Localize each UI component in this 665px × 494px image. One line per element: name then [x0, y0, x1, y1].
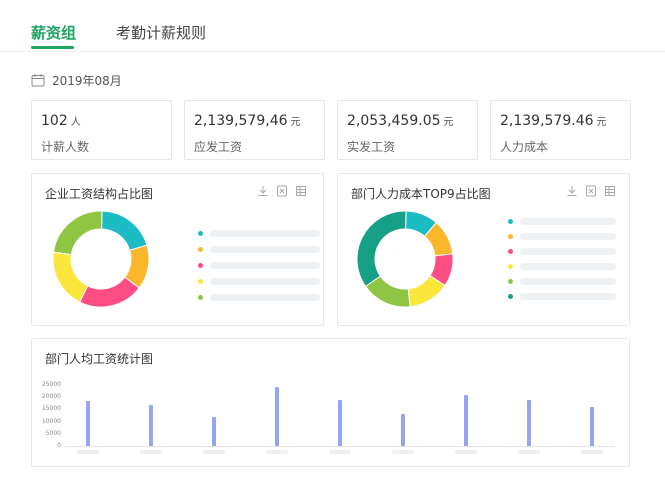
bar[interactable]: [275, 387, 279, 446]
bar[interactable]: [86, 400, 90, 446]
download-icon[interactable]: [257, 185, 269, 197]
dept-avg-salary-panel: 部门人均工资统计图: [31, 338, 630, 467]
bar[interactable]: [401, 414, 405, 446]
legend-label-placeholder: [210, 246, 320, 253]
stat-number: 2,053,459.05: [347, 113, 441, 129]
stat-label: 人力成本: [500, 140, 549, 154]
bar[interactable]: [527, 399, 531, 446]
stat-card-headcount: 102 人 计薪人数: [31, 100, 172, 160]
donut-slice[interactable]: [52, 251, 89, 303]
stat-value: 2,139,579.46 元: [500, 113, 607, 129]
table-view-icon[interactable]: [295, 185, 307, 197]
x-category-placeholder: [203, 450, 225, 454]
y-tick-label: 20000: [41, 393, 61, 401]
table-view-icon[interactable]: [604, 185, 616, 197]
stat-value: 2,053,459.05 元: [347, 113, 454, 129]
x-category-placeholder: [329, 450, 351, 454]
legend-label-placeholder: [520, 278, 616, 285]
legend-color-dot: [508, 249, 513, 254]
legend-color-dot: [508, 279, 513, 284]
dept-cost-panel: 部门人力成本TOP9占比图: [337, 173, 630, 326]
tab-salary-group[interactable]: 薪资组: [31, 22, 76, 43]
panel-toolbar: [566, 185, 616, 197]
stat-unit: 元: [290, 117, 301, 128]
stat-label: 实发工资: [347, 140, 396, 154]
x-category-placeholder: [455, 450, 477, 454]
legend-color-dot: [198, 263, 203, 268]
legend-label-placeholder: [520, 293, 616, 300]
excel-export-icon[interactable]: [585, 185, 597, 197]
donut-slice[interactable]: [79, 276, 140, 308]
legend-label-placeholder: [520, 218, 616, 225]
y-tick-label: 5000: [45, 429, 61, 437]
active-tab-indicator: [31, 46, 74, 49]
download-icon[interactable]: [566, 185, 578, 197]
stat-label: 应发工资: [194, 140, 243, 154]
stat-number: 102: [41, 113, 68, 129]
legend-label-placeholder: [520, 248, 616, 255]
panel-title: 部门人均工资统计图: [45, 352, 154, 366]
stat-number: 2,139,579,46: [194, 113, 288, 129]
legend-label-placeholder: [520, 233, 616, 240]
legend-color-dot: [508, 264, 513, 269]
tab-attendance-pay-rules[interactable]: 考勤计薪规则: [116, 22, 206, 43]
salary-structure-panel: 企业工资结构占比图: [31, 173, 324, 326]
legend-label-placeholder: [210, 278, 320, 285]
stat-card-net-pay: 2,053,459.05 元 实发工资: [337, 100, 478, 160]
legend-color-dot: [508, 219, 513, 224]
legend-label-placeholder: [210, 230, 320, 237]
tab-bar: 薪资组 考勤计薪规则: [0, 0, 665, 52]
stat-card-gross-pay: 2,139,579,46 元 应发工资: [184, 100, 325, 160]
stat-label: 计薪人数: [41, 140, 90, 154]
x-category-placeholder: [77, 450, 99, 454]
stat-value: 2,139,579,46 元: [194, 113, 301, 129]
dept-cost-donut: [356, 210, 454, 308]
stat-number: 2,139,579.46: [500, 113, 594, 129]
stat-value: 102 人: [41, 113, 81, 129]
bar[interactable]: [149, 404, 153, 446]
legend-color-dot: [508, 234, 513, 239]
y-tick-label: 15000: [41, 405, 61, 413]
stat-card-labor-cost: 2,139,579.46 元 人力成本: [490, 100, 631, 160]
bar[interactable]: [464, 394, 468, 446]
x-category-placeholder: [518, 450, 540, 454]
panel-title: 企业工资结构占比图: [45, 187, 154, 201]
excel-export-icon[interactable]: [276, 185, 288, 197]
legend-label-placeholder: [210, 294, 320, 301]
y-tick-label: 10000: [41, 417, 61, 425]
x-category-placeholder: [392, 450, 414, 454]
salary-structure-donut: [52, 210, 150, 308]
donut-slice[interactable]: [356, 210, 407, 288]
legend-label-placeholder: [210, 262, 320, 269]
bar[interactable]: [212, 416, 216, 446]
legend-color-dot: [198, 247, 203, 252]
panel-title: 部门人力成本TOP9占比图: [351, 187, 491, 201]
y-tick-label: 25000: [41, 381, 61, 388]
period-selector[interactable]: 2019年08月: [31, 71, 122, 89]
panel-toolbar: [257, 185, 307, 197]
x-category-placeholder: [266, 450, 288, 454]
bar[interactable]: [338, 400, 342, 446]
stat-unit: 人: [70, 117, 81, 128]
legend-color-dot: [508, 294, 513, 299]
calendar-icon: [31, 74, 45, 87]
bar[interactable]: [590, 406, 594, 446]
period-label: 2019年08月: [52, 73, 122, 88]
donut-slice[interactable]: [101, 210, 148, 251]
legend-color-dot: [198, 279, 203, 284]
legend-label-placeholder: [520, 263, 616, 270]
x-category-placeholder: [581, 450, 603, 454]
stat-unit: 元: [443, 117, 454, 128]
x-category-placeholder: [140, 450, 162, 454]
legend-color-dot: [198, 231, 203, 236]
x-axis-line: [66, 446, 614, 447]
donut-slice[interactable]: [52, 210, 103, 256]
legend-color-dot: [198, 295, 203, 300]
y-tick-label: 0: [57, 442, 61, 449]
stat-unit: 元: [596, 117, 607, 128]
